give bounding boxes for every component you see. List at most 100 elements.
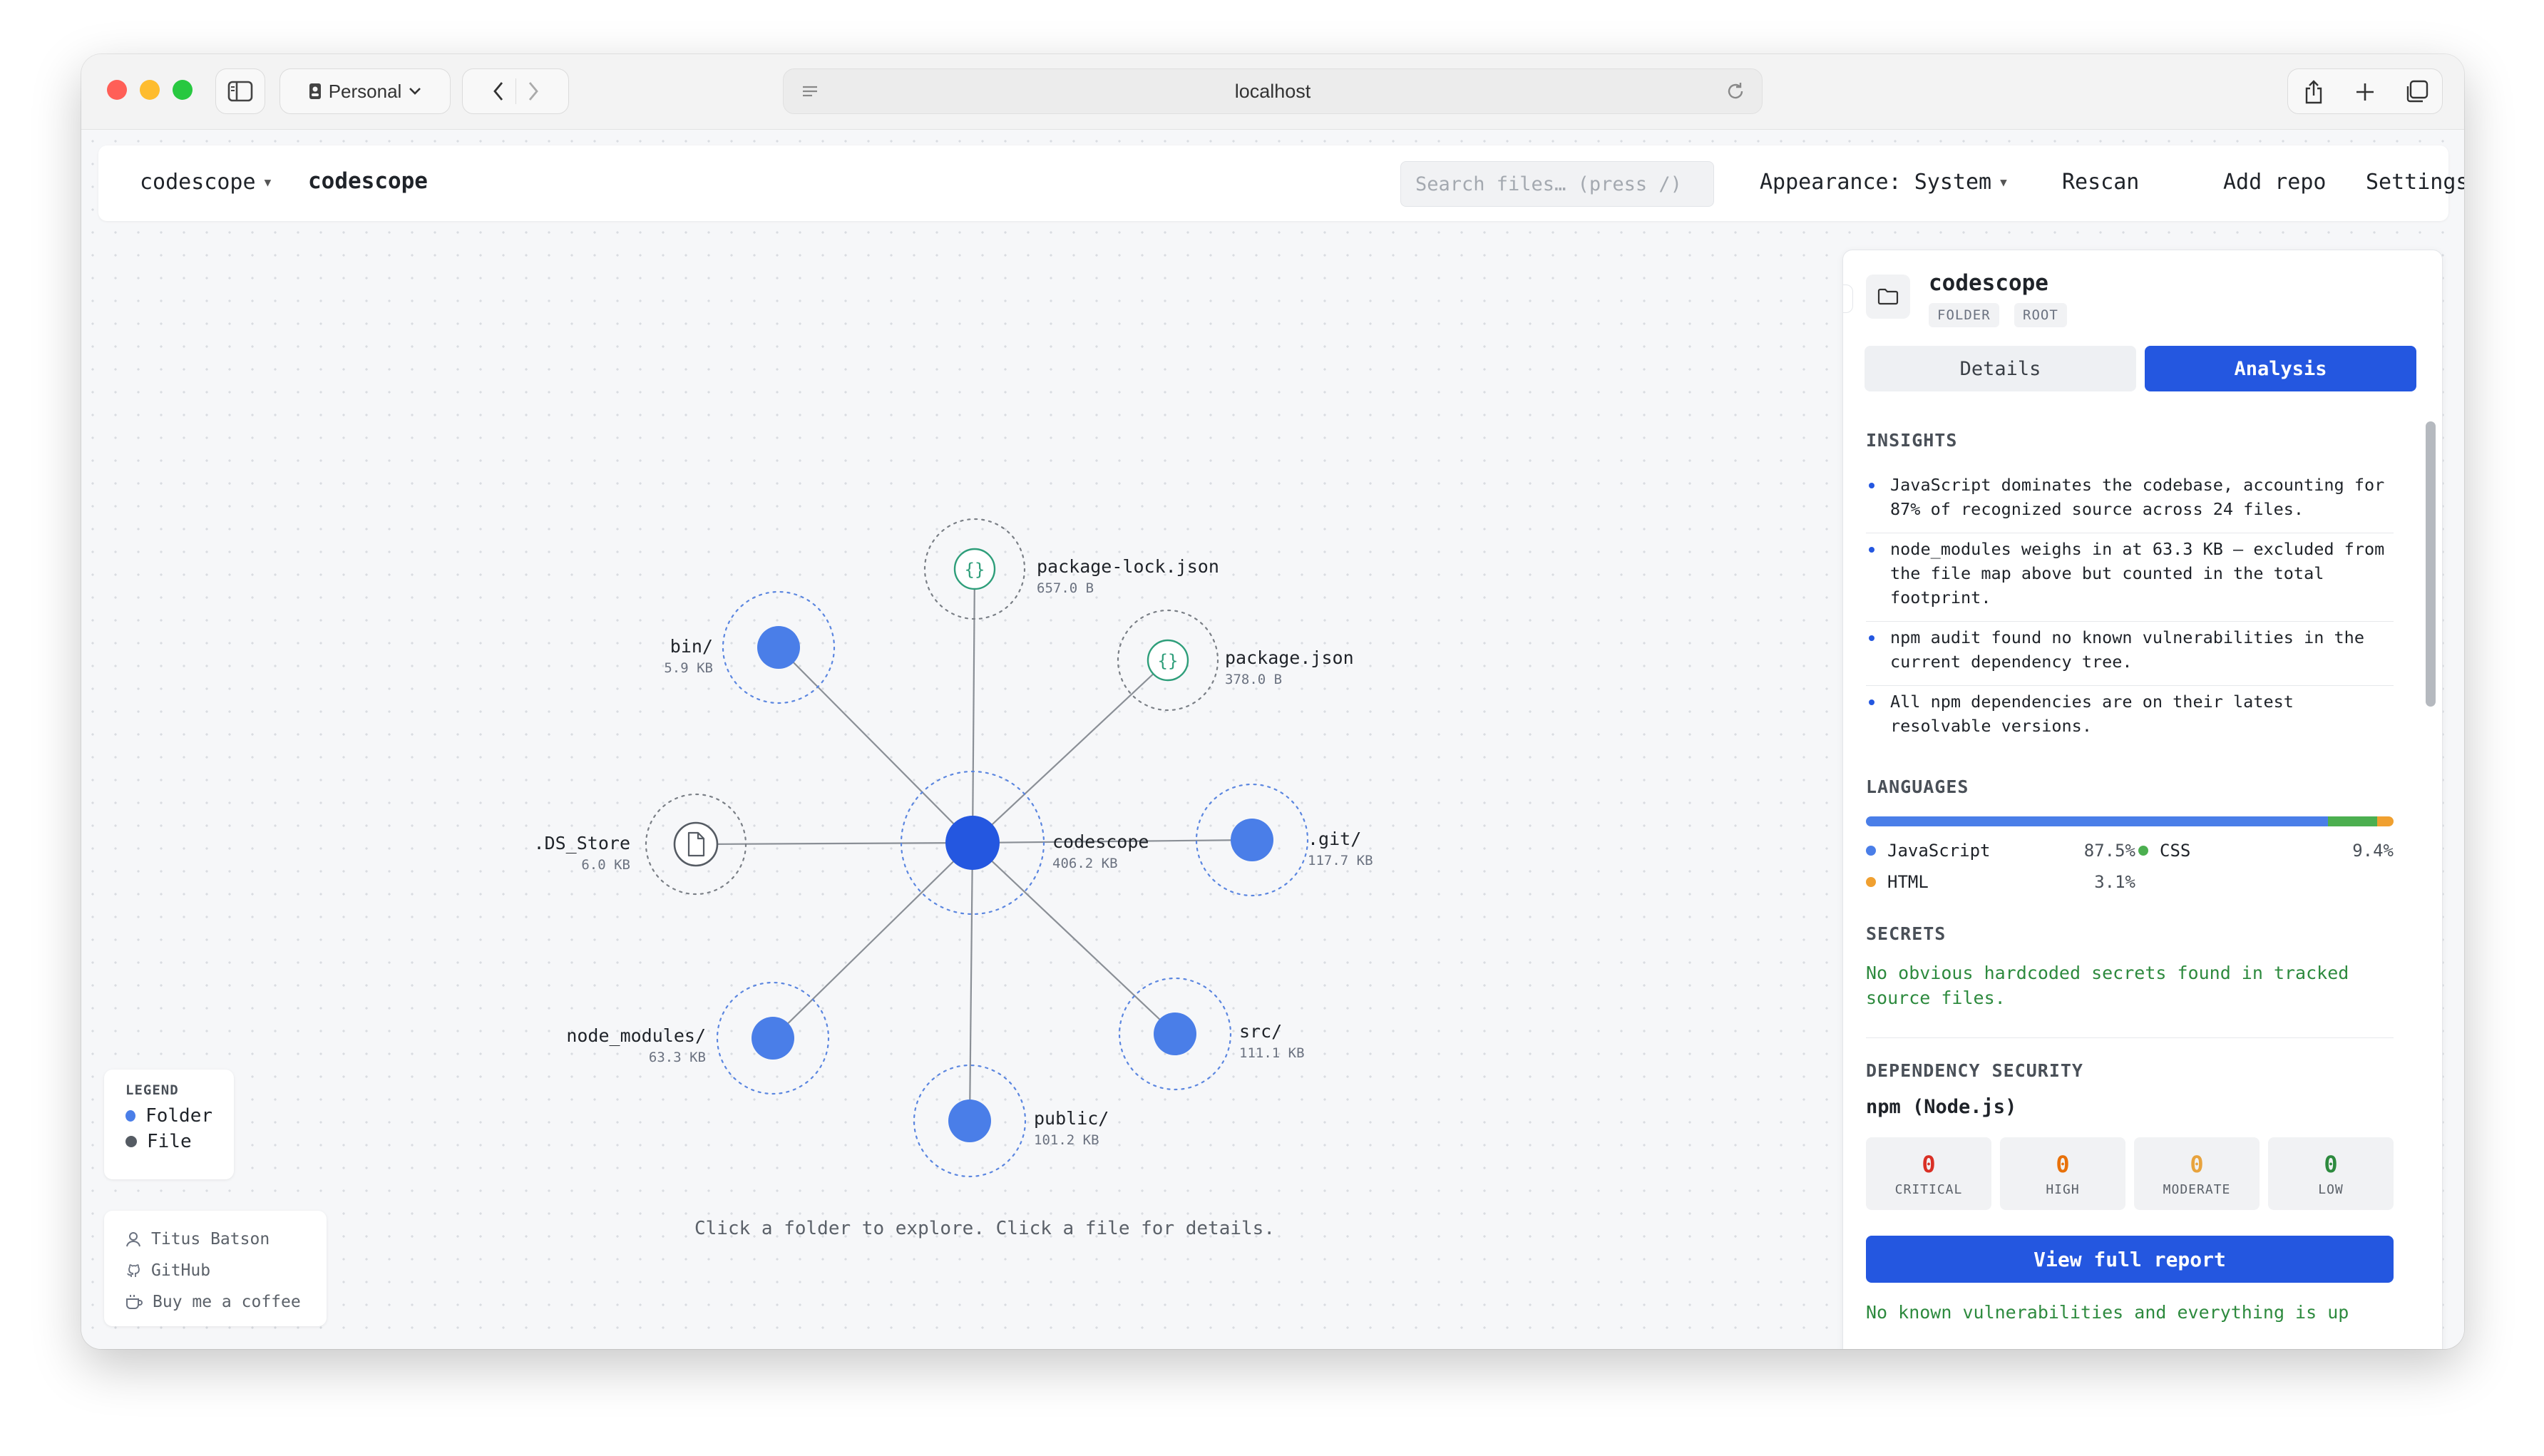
- panel-title: codescope: [1929, 270, 2048, 296]
- folder-node[interactable]: [1154, 1012, 1196, 1055]
- share-button[interactable]: [2288, 69, 2339, 113]
- dependency-title: DEPENDENCY SECURITY: [1866, 1060, 2083, 1081]
- legend: LEGEND Folder File: [104, 1070, 234, 1179]
- node-label: package-lock.json: [1037, 556, 1219, 577]
- legend-item-file: File: [125, 1131, 212, 1152]
- severity-low: 0 LOW: [2268, 1137, 2394, 1210]
- author-link[interactable]: Titus Batson: [125, 1224, 305, 1255]
- insight-item: node_modules weighs in at 63.3 KB – excl…: [1866, 537, 2394, 610]
- node-size: 378.0 B: [1225, 672, 1283, 687]
- tab-details[interactable]: Details: [1865, 346, 2136, 391]
- insights-title: INSIGHTS: [1866, 430, 1958, 451]
- coffee-cup-icon: [126, 1295, 143, 1309]
- severity-count: 0: [1922, 1150, 1936, 1178]
- view-report-button[interactable]: View full report: [1866, 1236, 2394, 1283]
- settings-button[interactable]: Settings: [2366, 170, 2464, 195]
- credits-card: Titus Batson GitHub Buy me a coffee: [104, 1211, 327, 1326]
- folder-node[interactable]: [757, 626, 800, 669]
- tab-overview-button[interactable]: [2391, 69, 2442, 113]
- coffee-link[interactable]: Buy me a coffee: [125, 1286, 305, 1318]
- node-size: 5.9 KB: [664, 660, 713, 676]
- address-bar[interactable]: localhost: [783, 68, 1763, 114]
- languages-title: LANGUAGES: [1866, 776, 1969, 797]
- settings-label: Settings: [2366, 170, 2464, 195]
- language-name: CSS: [2160, 841, 2191, 861]
- secrets-status: No obvious hardcoded secrets found in tr…: [1866, 963, 2349, 1008]
- node-label: bin/: [670, 636, 713, 657]
- graph-edge: [972, 842, 1176, 1035]
- legend-label: Folder: [145, 1105, 212, 1127]
- ecosystem-title: npm (Node.js): [1866, 1096, 2017, 1118]
- node-label: .DS_Store: [533, 833, 630, 853]
- language-pct: 87.5%: [2083, 841, 2135, 861]
- browser-toolbar: Personal localhost: [81, 54, 2464, 130]
- rescan-label: Rescan: [2062, 170, 2140, 195]
- sidebar-toggle-button[interactable]: [215, 68, 265, 114]
- node-label: src/: [1239, 1021, 1283, 1042]
- node-size: 6.0 KB: [581, 857, 630, 873]
- legend-item-folder: Folder: [125, 1105, 212, 1127]
- folder-node[interactable]: [752, 1017, 794, 1060]
- node-size: 111.1 KB: [1239, 1045, 1305, 1061]
- add-repo-button[interactable]: Add repo: [2223, 170, 2327, 195]
- folder-node[interactable]: [948, 1099, 991, 1142]
- file-dot-icon: [125, 1136, 137, 1147]
- divider: [1866, 621, 2394, 622]
- rescan-button[interactable]: Rescan: [2062, 170, 2139, 195]
- node-size: 657.0 B: [1037, 580, 1094, 596]
- language-pct: 9.4%: [2352, 841, 2394, 861]
- github-link[interactable]: GitHub: [125, 1255, 305, 1286]
- file-graph: {} {} package-lock.json 657.0 B package.jso…: [81, 130, 1821, 1349]
- language-bar: [1866, 816, 2394, 826]
- reload-icon[interactable]: [1725, 81, 1746, 102]
- panel-scrollbar[interactable]: [2424, 414, 2438, 1349]
- share-icon: [2305, 80, 2322, 104]
- browser-window: Personal localhost codescope ▼ codescope…: [81, 54, 2464, 1349]
- back-icon[interactable]: [493, 81, 504, 101]
- center-node[interactable]: [945, 816, 1000, 870]
- details-panel: codescope FOLDER ROOT Details Analysis I…: [1842, 250, 2443, 1349]
- close-window-button[interactable]: [107, 80, 127, 100]
- browser-actions: [2287, 68, 2443, 114]
- app-canvas: codescope ▼ codescope Appearance: System…: [81, 130, 2464, 1349]
- graph-edge: [772, 842, 973, 1039]
- legend-title: LEGEND: [125, 1082, 179, 1098]
- severity-moderate: 0 MODERATE: [2134, 1137, 2260, 1210]
- insight-item: npm audit found no known vulnerabilities…: [1866, 625, 2394, 674]
- new-tab-button[interactable]: [2339, 69, 2391, 113]
- language-bar-segment: [2327, 816, 2378, 826]
- language-name: JavaScript: [1887, 841, 1991, 861]
- caret-down-icon: ▼: [2000, 175, 2007, 189]
- legend-label: File: [147, 1131, 192, 1152]
- graph-edge: [778, 647, 973, 844]
- sidebar-icon: [227, 81, 253, 102]
- tab-analysis[interactable]: Analysis: [2145, 346, 2416, 391]
- page-menu-icon[interactable]: [801, 82, 819, 101]
- minimize-window-button[interactable]: [140, 80, 160, 100]
- folder-node[interactable]: [1231, 819, 1273, 861]
- divider: [1866, 685, 2394, 686]
- analysis-content: INSIGHTS JavaScript dominates the codeba…: [1866, 416, 2415, 1349]
- graph-hint: Click a folder to explore. Click a file …: [694, 1218, 1275, 1239]
- braces-icon: {}: [965, 560, 985, 580]
- language-css: CSS: [2138, 841, 2190, 861]
- chevron-down-icon: [409, 88, 421, 95]
- node-size: 63.3 KB: [648, 1050, 706, 1065]
- braces-icon: {}: [1158, 651, 1179, 671]
- graph-edge: [972, 660, 1169, 844]
- panel-tabs: Details Analysis: [1865, 346, 2416, 391]
- zoom-window-button[interactable]: [173, 80, 193, 100]
- github-icon: [127, 1264, 140, 1277]
- node-size: 117.7 KB: [1308, 853, 1373, 868]
- profile-selector[interactable]: Personal: [279, 68, 451, 114]
- css-dot-icon: [2138, 846, 2148, 856]
- node-size: 101.2 KB: [1034, 1132, 1099, 1148]
- file-node[interactable]: [673, 821, 719, 867]
- divider: [1866, 1037, 2394, 1038]
- folder-dot-icon: [125, 1110, 136, 1122]
- severity-count: 0: [2190, 1150, 2204, 1178]
- language-pct: 3.1%: [2094, 872, 2135, 892]
- forward-icon[interactable]: [528, 81, 539, 101]
- panel-collapse-handle[interactable]: [1843, 284, 1853, 313]
- scrollbar-thumb[interactable]: [2426, 421, 2436, 707]
